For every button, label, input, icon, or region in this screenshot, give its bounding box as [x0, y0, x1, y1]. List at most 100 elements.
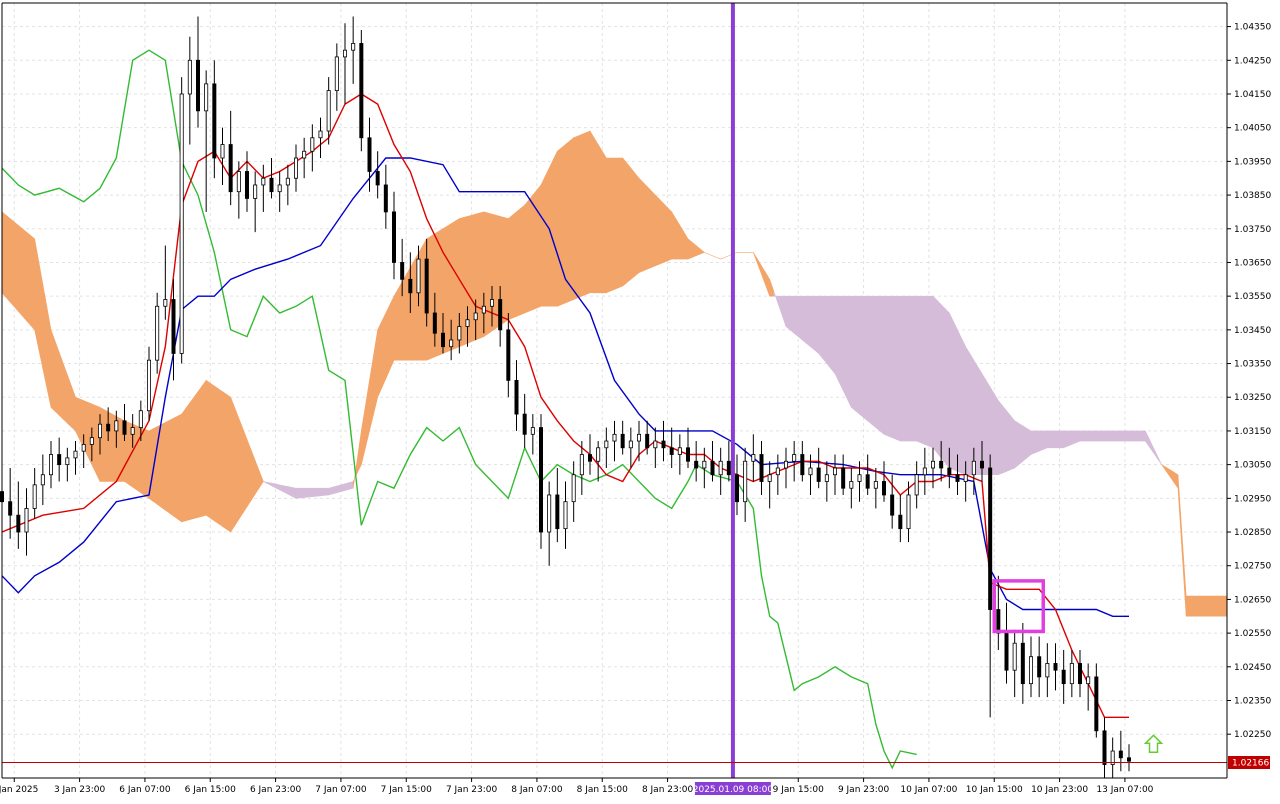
candle-body-bullish: [637, 433, 642, 442]
candle-body-bearish: [816, 467, 821, 482]
candle-body-bullish: [547, 494, 552, 533]
cloud-segment-bullish: [622, 157, 628, 287]
cloud-segment-bullish: [634, 172, 640, 277]
candle-body-bullish: [277, 184, 282, 193]
cloud-segment-bearish: [863, 295, 868, 422]
cloud-segment-bearish: [1100, 430, 1105, 442]
x-tick-label: 6 Jan 07:00: [119, 785, 171, 795]
cloud-segment-bullish: [230, 397, 236, 534]
y-tick-label: 1.03150: [1234, 427, 1271, 437]
x-tick-label: 8 Jan 07:00: [511, 785, 563, 795]
candle-body-bearish: [1037, 656, 1042, 678]
candle-body-bullish: [465, 319, 470, 327]
candle-body-bullish: [65, 457, 70, 466]
cloud-segment-bearish: [928, 295, 934, 449]
cloud-segment-bullish: [87, 401, 93, 465]
candle-body-bullish: [971, 460, 976, 476]
x-tick-label: 7 Jan 15:00: [381, 785, 433, 795]
cloud-segment-bearish: [867, 295, 873, 425]
cloud-segment-bullish: [638, 177, 644, 274]
cloud-segment-bearish: [985, 379, 991, 476]
cloud-segment-bullish: [13, 221, 19, 313]
cloud-segment-bearish: [998, 399, 1003, 476]
candle-body-bearish: [841, 467, 846, 489]
candle-body-bullish: [792, 454, 797, 462]
candle-body-bullish: [873, 481, 878, 489]
cloud-segment-bullish: [140, 427, 146, 497]
cloud-segment-bullish: [393, 287, 399, 361]
cloud-segment-bullish: [214, 385, 219, 525]
candle-body-bearish: [882, 481, 887, 496]
candle-body-bullish: [32, 484, 37, 509]
cloud-segment-bearish: [940, 303, 946, 464]
candle-body-bearish: [686, 447, 691, 462]
candle-body-bullish: [931, 460, 936, 469]
cloud-segment-bullish: [381, 312, 387, 389]
candle-body-bullish: [922, 467, 927, 476]
cloud-segment-bullish: [569, 137, 574, 302]
cloud-segment-bullish: [650, 190, 656, 268]
cloud-segment-bullish: [222, 391, 227, 530]
y-tick-label: 1.04050: [1234, 124, 1271, 134]
candle-body-bullish: [849, 481, 854, 489]
cloud-segment-bearish: [834, 295, 840, 383]
candle-body-bearish: [171, 299, 176, 354]
cloud-segment-bearish: [957, 329, 962, 474]
cloud-segment-bullish: [642, 181, 648, 272]
candle-body-bearish: [539, 427, 544, 533]
y-tick-label: 1.03050: [1234, 461, 1271, 471]
candle-body-bearish: [408, 278, 413, 294]
cloud-segment-bearish: [1051, 430, 1056, 449]
candle-body-bullish: [155, 305, 160, 361]
cloud-segment-bullish: [687, 238, 693, 260]
cloud-segment-bullish: [655, 194, 660, 267]
candle-body-bearish: [122, 420, 127, 435]
x-tick-label: 3 Jan 23:00: [54, 785, 106, 795]
x-tick-label: 6 Jan 15:00: [185, 785, 237, 795]
cloud-segment-bullish: [487, 212, 493, 335]
x-tick-label: 8 Jan 15:00: [577, 785, 629, 795]
candle-body-bearish: [898, 514, 903, 530]
candle-body-bearish: [555, 494, 560, 530]
cloud-segment-bearish: [973, 359, 979, 476]
candle-body-bullish: [293, 157, 298, 179]
cloud-segment-bearish: [859, 295, 864, 419]
cloud-segment-bearish: [1108, 430, 1113, 442]
cloud-segment-bearish: [1083, 430, 1089, 442]
cloud-segment-bullish: [1185, 595, 1191, 617]
candle-body-bullish: [784, 460, 789, 469]
cloud-segment-bearish: [965, 345, 971, 476]
cloud-segment-bullish: [242, 428, 248, 515]
candle-body-bullish: [767, 474, 772, 482]
cloud-segment-bearish: [324, 487, 329, 496]
cloud-segment-bearish: [920, 295, 926, 445]
candle-body-bullish: [1069, 663, 1074, 685]
candle-body-bearish: [588, 454, 593, 462]
candle-body-bearish: [694, 460, 699, 469]
cloud-segment-bearish: [891, 295, 897, 440]
cloud-segment-bullish: [58, 352, 64, 420]
cloud-segment-bullish: [614, 157, 619, 290]
cloud-segment-bullish: [573, 135, 579, 300]
cloud-segment-bearish: [851, 295, 856, 412]
cloud-segment-bearish: [312, 487, 317, 497]
cloud-segment-bullish: [5, 214, 11, 303]
candle-body-bullish: [677, 447, 682, 455]
cloud-segment-bullish: [54, 340, 60, 416]
cloud-segment-bearish: [320, 487, 325, 497]
candle-body-bullish: [481, 305, 486, 314]
candle-body-bullish: [489, 299, 494, 307]
y-tick-label: 1.02450: [1234, 663, 1271, 673]
candle-body-bullish: [579, 454, 584, 476]
candle-body-bullish: [963, 474, 968, 482]
cloud-segment-bullish: [410, 259, 415, 361]
candle-body-bullish: [285, 177, 290, 186]
cloud-segment-bullish: [581, 132, 587, 297]
cloud-segment-bearish: [1112, 430, 1118, 442]
y-tick-label: 1.03950: [1234, 157, 1271, 167]
candle-body-bullish: [138, 410, 143, 428]
y-tick-label: 1.03450: [1234, 326, 1271, 336]
candle-body-bearish: [383, 184, 388, 213]
cloud-segment-bearish: [1002, 404, 1007, 474]
candle-body-bearish: [710, 460, 715, 476]
